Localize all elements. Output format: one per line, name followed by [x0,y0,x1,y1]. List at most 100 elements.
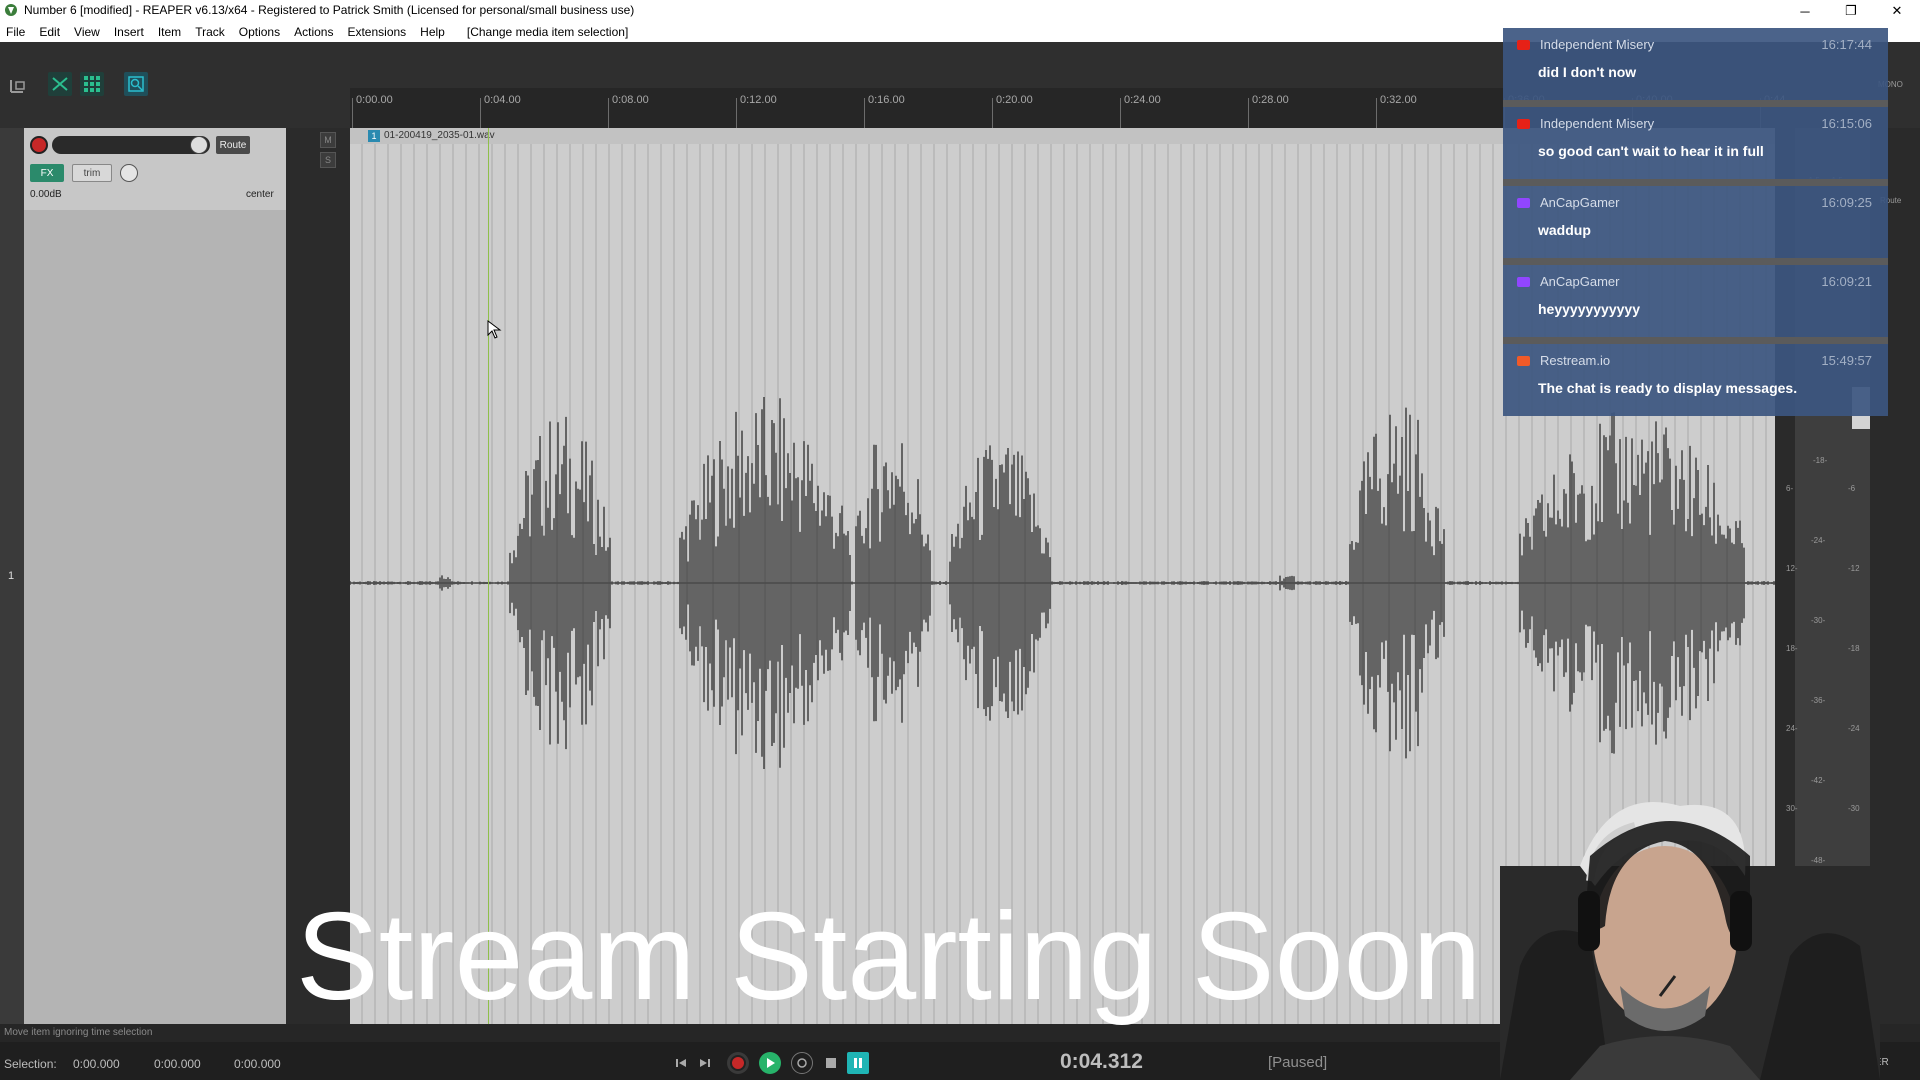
ruler-label: 0:20.00 [996,94,1033,106]
selection-label: Selection: [4,1057,57,1071]
ruler-label: 0:12.00 [740,94,777,106]
ruler-tick [480,98,481,128]
youtube-icon [1517,40,1530,50]
meter-scale-label: -24- [1811,536,1826,545]
meter-scale-label: -42- [1811,776,1826,785]
menu-edit[interactable]: Edit [39,25,60,39]
play-button[interactable] [759,1052,781,1074]
hint-text: Move item ignoring time selection [4,1027,153,1038]
chat-text: waddup [1538,222,1591,238]
stop-button[interactable] [820,1052,842,1074]
meter-scale-label: -36- [1811,696,1826,705]
ruler-label: 0:00.00 [356,94,393,106]
route-button[interactable]: Route [216,136,250,154]
menu-change-media-item-selection[interactable]: [Change media item selection] [467,25,628,39]
webcam-overlay [1500,802,1880,1080]
meter-scale-label: 12- [1786,564,1798,573]
chat-author: AnCapGamer [1540,274,1620,289]
minimize-button[interactable]: ─ [1782,0,1828,22]
stream-starting-overlay: Stream Starting Soon [296,888,1482,1026]
meter-scale-label: 18- [1786,644,1798,653]
volume-readout: 0.00dB [30,189,62,200]
fx-button[interactable]: FX [30,164,64,182]
menu-options[interactable]: Options [239,25,280,39]
go-to-end-button[interactable] [694,1052,716,1074]
menu-extensions[interactable]: Extensions [347,25,406,39]
chat-timestamp: 16:09:25 [1821,195,1872,210]
track-name-field[interactable] [52,136,210,154]
mouse-pointer-icon [487,320,502,339]
reaper-logo-icon [5,4,17,16]
envelope-tool-icon[interactable] [48,72,72,96]
zoom-tool-icon[interactable] [124,72,148,96]
volume-knob[interactable] [190,136,208,154]
menu-actions[interactable]: Actions [294,25,333,39]
selection-end[interactable]: 0:00.000 [154,1057,201,1071]
menu-insert[interactable]: Insert [114,25,144,39]
ruler-tick [992,98,993,128]
chat-message: AnCapGamer 16:09:21 heyyyyyyyyyyy [1503,265,1888,337]
meter-scale-label: 6- [1786,484,1794,493]
record-button[interactable] [727,1052,749,1074]
track-number: 1 [8,570,15,582]
chat-separator [1503,100,1888,107]
pan-knob[interactable] [120,164,138,182]
mute-solo-column: M S [312,128,342,188]
chat-message: Independent Misery 16:15:06 so good can't … [1503,107,1888,179]
chat-timestamp: 16:09:21 [1821,274,1872,289]
ruler-tick [608,98,609,128]
trim-button[interactable]: trim [72,164,112,182]
menu-help[interactable]: Help [420,25,445,39]
solo-button[interactable]: S [320,152,336,168]
chat-author: AnCapGamer [1540,195,1620,210]
ruler-label: 0:28.00 [1252,94,1289,106]
chat-author: Restream.io [1540,353,1611,368]
ruler-tick [736,98,737,128]
ruler-tick [1376,98,1377,128]
chat-text: did I don't now [1538,64,1637,80]
twitch-icon [1517,198,1530,208]
chat-text: heyyyyyyyyyyy [1538,301,1640,317]
chat-separator [1503,258,1888,265]
menu-file[interactable]: File [6,25,25,39]
move-tool-icon[interactable] [6,74,30,98]
trim-label: trim [83,167,101,179]
go-to-start-button[interactable] [670,1052,692,1074]
ruler-tick [1120,98,1121,128]
chat-overlay: Independent Misery 16:17:44 did I don't no… [1503,28,1888,416]
meter-scale-label: -18- [1813,456,1828,465]
chat-text: The chat is ready to display messages. [1538,380,1798,396]
ruler-label: 0:32.00 [1380,94,1417,106]
playback-state: [Paused] [1268,1054,1328,1071]
meter-scale-label: 24- [1786,724,1798,733]
media-item-index: 1 [368,130,380,142]
meter-scale-label: -30- [1811,616,1826,625]
menu-item[interactable]: Item [158,25,181,39]
grid-icon[interactable] [80,72,104,96]
track-control-panel[interactable] [24,128,286,1024]
twitch-icon [1517,277,1530,287]
menu-view[interactable]: View [74,25,100,39]
chat-message: Restream.io 15:49:57 The chat is ready to … [1503,344,1888,416]
chat-separator [1503,179,1888,186]
chat-author: Independent Misery [1540,37,1655,52]
ruler-tick [864,98,865,128]
ruler-label: 0:16.00 [868,94,905,106]
chat-separator [1503,337,1888,344]
chat-author: Independent Misery [1540,116,1655,131]
chat-message: Independent Misery 16:17:44 did I don't no… [1503,28,1888,100]
restream-icon [1517,356,1530,366]
close-button[interactable]: ✕ [1874,0,1920,22]
menu-track[interactable]: Track [195,25,225,39]
chat-message: AnCapGamer 16:09:25 waddup [1503,186,1888,258]
repeat-button[interactable] [791,1052,813,1074]
time-display[interactable]: 0:04.312 [1060,1050,1143,1074]
selection-length[interactable]: 0:00.000 [234,1057,281,1071]
record-arm-button[interactable] [30,136,48,154]
restore-button[interactable]: ❐ [1828,0,1874,22]
mute-button[interactable]: M [320,132,336,148]
ruler-label: 0:08.00 [612,94,649,106]
selection-start[interactable]: 0:00.000 [73,1057,120,1071]
chat-text: so good can't wait to hear it in full [1538,143,1764,159]
pause-button[interactable] [847,1052,869,1074]
